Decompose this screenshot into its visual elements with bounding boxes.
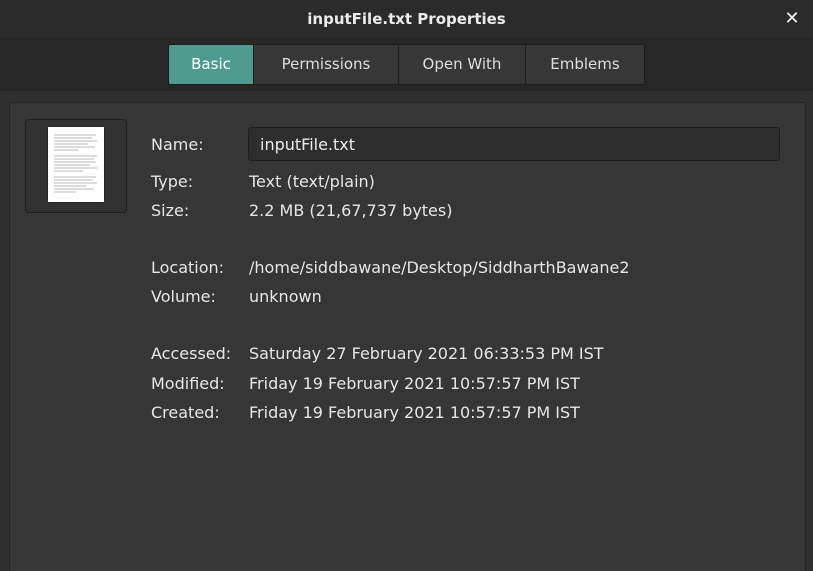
modified-label: Modified: <box>151 374 225 393</box>
tab-basic[interactable]: Basic <box>169 45 254 84</box>
close-icon[interactable]: ✕ <box>779 6 805 32</box>
size-value: 2.2 MB (21,67,737 bytes) <box>249 201 453 220</box>
tab-group: Basic Permissions Open With Emblems <box>168 44 645 85</box>
location-label: Location: <box>151 258 225 277</box>
tab-emblems[interactable]: Emblems <box>526 45 644 84</box>
text-document-icon <box>48 127 104 202</box>
tab-permissions[interactable]: Permissions <box>254 45 399 84</box>
tab-open-with[interactable]: Open With <box>399 45 526 84</box>
accessed-label: Accessed: <box>151 344 232 363</box>
name-label: Name: <box>151 135 204 154</box>
tab-bar: Basic Permissions Open With Emblems <box>0 38 813 91</box>
basic-panel: Name: Type: Text (text/plain) Size: 2.2 … <box>9 102 806 571</box>
location-value: /home/siddbawane/Desktop/SiddharthBawane… <box>249 258 630 277</box>
properties-window: inputFile.txt Properties ✕ Basic Permiss… <box>0 0 813 571</box>
file-icon-button[interactable] <box>25 119 127 213</box>
modified-value: Friday 19 February 2021 10:57:57 PM IST <box>249 374 580 393</box>
size-label: Size: <box>151 201 190 220</box>
type-value: Text (text/plain) <box>249 172 375 191</box>
title-bar[interactable]: inputFile.txt Properties ✕ <box>0 0 813 38</box>
volume-label: Volume: <box>151 287 216 306</box>
created-value: Friday 19 February 2021 10:57:57 PM IST <box>249 403 580 422</box>
window-title: inputFile.txt Properties <box>307 10 506 28</box>
type-label: Type: <box>151 172 194 191</box>
name-field[interactable] <box>248 127 780 161</box>
created-label: Created: <box>151 403 220 422</box>
accessed-value: Saturday 27 February 2021 06:33:53 PM IS… <box>249 344 604 363</box>
volume-value: unknown <box>249 287 322 306</box>
